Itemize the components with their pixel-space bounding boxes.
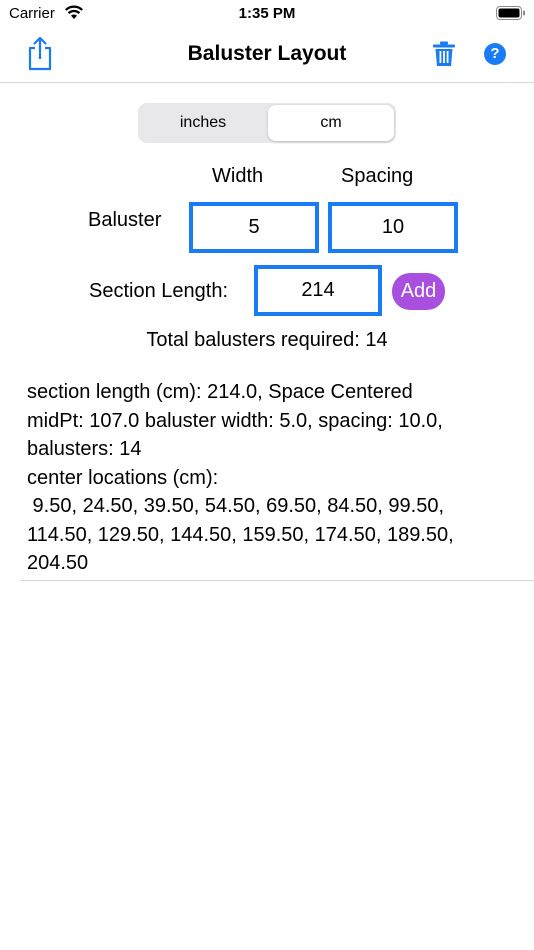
details-line: midPt: 107.0 baluster width: 5.0, spacin… [27, 409, 443, 432]
battery-icon [496, 6, 526, 20]
units-segmented-control: inches cm [138, 103, 396, 143]
navigation-bar: Baluster Layout ? [0, 28, 534, 83]
spacing-header: Spacing [341, 165, 414, 187]
section-length-input[interactable]: 214 [254, 265, 382, 316]
units-option-inches[interactable]: inches [140, 105, 266, 141]
details-line: 114.50, 129.50, 144.50, 159.50, 174.50, … [27, 523, 454, 546]
layout-details: section length (cm): 214.0, Space Center… [27, 378, 522, 578]
divider [20, 580, 534, 581]
width-header: Width [212, 165, 264, 187]
help-icon[interactable]: ? [484, 43, 506, 65]
total-balusters-label: Total balusters required: 14 [146, 329, 388, 351]
clock: 1:35 PM [238, 5, 296, 22]
details-line: 204.50 [27, 552, 89, 574]
units-option-cm[interactable]: cm [268, 105, 394, 141]
status-bar: Carrier 1:35 PM [0, 0, 534, 28]
spacing-input[interactable]: 10 [328, 202, 458, 253]
baluster-label: Baluster [88, 209, 162, 231]
section-length-label: Section Length: [89, 280, 228, 302]
add-button[interactable]: Add [392, 273, 445, 310]
width-input[interactable]: 5 [189, 202, 319, 253]
details-line: balusters: 14 [27, 438, 142, 460]
details-line: section length (cm): 214.0, Space Center… [27, 381, 413, 403]
details-line: center locations (cm): [27, 466, 219, 489]
trash-icon[interactable] [433, 41, 455, 72]
details-line: 9.50, 24.50, 39.50, 54.50, 69.50, 84.50,… [27, 495, 445, 517]
